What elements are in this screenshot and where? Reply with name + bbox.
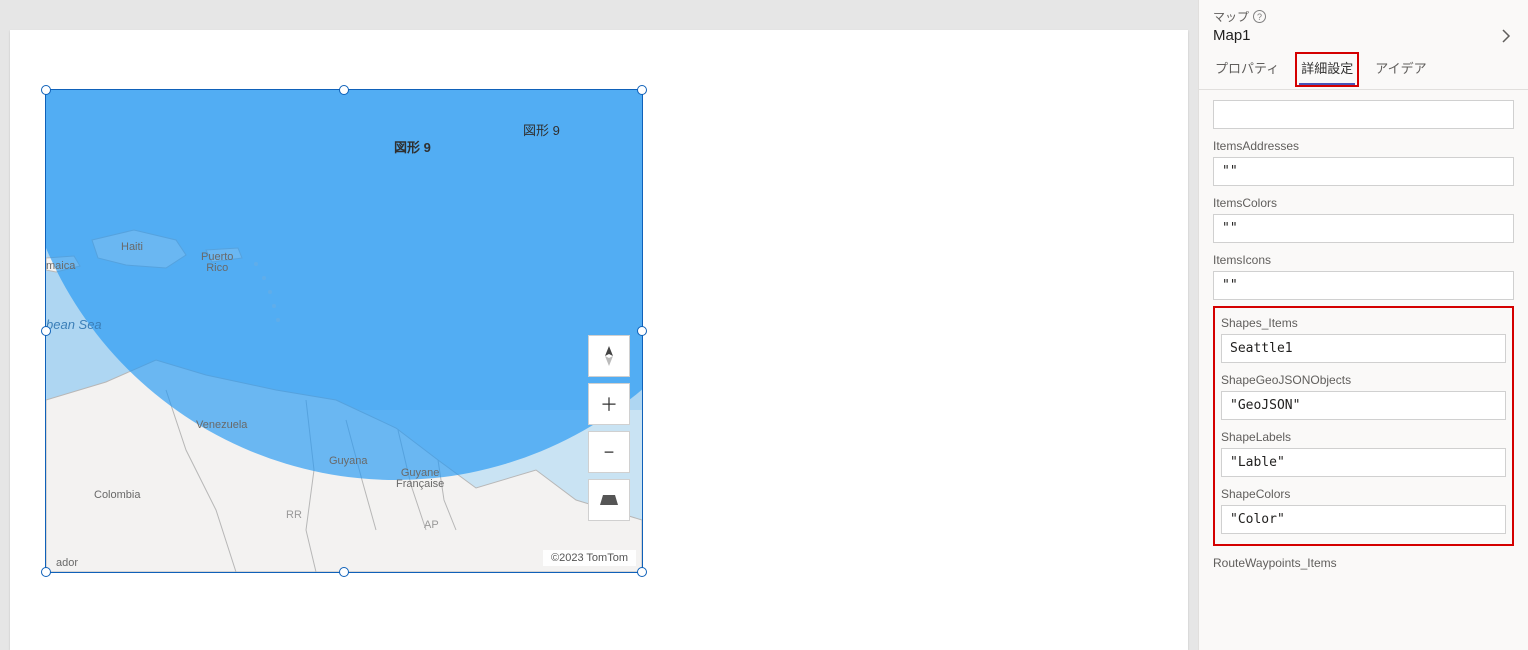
place-jamaica: maica (46, 261, 75, 272)
compass-icon (602, 346, 616, 366)
tab-properties[interactable]: プロパティ (1213, 54, 1281, 89)
place-haiti: Haiti (121, 242, 143, 253)
map-control-selection[interactable]: 図形 9 図形 9 Haiti Puerto Rico maica bean S… (46, 90, 642, 572)
panel-header: マップ ? Map1 (1199, 0, 1528, 44)
canvas[interactable]: 図形 9 図形 9 Haiti Puerto Rico maica bean S… (10, 30, 1188, 650)
place-caribbean-sea: bean Sea (46, 318, 102, 331)
place-ecuador: ador (56, 558, 78, 569)
resize-handle-br[interactable] (637, 567, 647, 577)
place-guyane: Guyane Française (396, 468, 444, 490)
prop-input-shapegeojson[interactable] (1221, 391, 1506, 420)
prop-label-itemsaddresses: ItemsAddresses (1213, 139, 1514, 153)
shape-label-b: 図形 9 (523, 120, 560, 139)
panel-body[interactable]: ItemsAddresses ItemsColors ItemsIcons Sh… (1199, 90, 1528, 650)
annotation-highlight-tab: 詳細設定 (1295, 52, 1359, 87)
zoom-out-button[interactable]: − (588, 431, 630, 473)
prop-input-itemsaddresses[interactable] (1213, 157, 1514, 186)
place-ap: AP (424, 520, 439, 531)
prop-label-itemscolors: ItemsColors (1213, 196, 1514, 210)
prop-label-routewaypoints: RouteWaypoints_Items (1213, 556, 1514, 570)
prop-label-itemsicons: ItemsIcons (1213, 253, 1514, 267)
prop-input-itemsicons[interactable] (1213, 271, 1514, 300)
prop-label-shapelabels: ShapeLabels (1221, 430, 1506, 444)
resize-handle-tl[interactable] (41, 85, 51, 95)
resize-handle-tr[interactable] (637, 85, 647, 95)
help-icon[interactable]: ? (1253, 10, 1266, 23)
place-venezuela: Venezuela (196, 420, 247, 431)
prop-label-shapecolors: ShapeColors (1221, 487, 1506, 501)
place-guyana: Guyana (329, 456, 368, 467)
map-controls: ＋ − (588, 335, 630, 521)
prop-input-shapelabels[interactable] (1221, 448, 1506, 477)
resize-handle-ml[interactable] (41, 326, 51, 336)
control-type-label: マップ ? (1213, 8, 1514, 25)
place-rr: RR (286, 510, 302, 521)
control-name[interactable]: Map1 (1213, 27, 1514, 44)
place-colombia: Colombia (94, 490, 140, 501)
panel-tabs: プロパティ 詳細設定 アイデア (1199, 44, 1528, 90)
prop-label-shapegeojson: ShapeGeoJSONObjects (1221, 373, 1506, 387)
canvas-area: 図形 9 図形 9 Haiti Puerto Rico maica bean S… (0, 0, 1198, 650)
pitch-button[interactable] (588, 479, 630, 521)
properties-panel: マップ ? Map1 プロパティ 詳細設定 アイデア ItemsAddresse… (1198, 0, 1528, 650)
resize-handle-bc[interactable] (339, 567, 349, 577)
pitch-icon (600, 495, 618, 505)
collapse-panel-button[interactable] (1498, 28, 1514, 49)
resize-handle-mr[interactable] (637, 326, 647, 336)
prop-input-itemscolors[interactable] (1213, 214, 1514, 243)
shape-label-a: 図形 9 (394, 137, 431, 156)
prop-input-shapecolors[interactable] (1221, 505, 1506, 534)
plus-icon: ＋ (600, 391, 618, 417)
prop-input-prev[interactable] (1213, 100, 1514, 129)
map-attribution: ©2023 TomTom (543, 550, 636, 566)
tab-advanced[interactable]: 詳細設定 (1299, 54, 1355, 85)
annotation-highlight-props: Shapes_Items ShapeGeoJSONObjects ShapeLa… (1213, 306, 1514, 546)
minus-icon: − (604, 442, 615, 463)
compass-button[interactable] (588, 335, 630, 377)
tab-ideas[interactable]: アイデア (1373, 54, 1428, 89)
chevron-right-icon (1498, 28, 1514, 44)
zoom-in-button[interactable]: ＋ (588, 383, 630, 425)
resize-handle-tc[interactable] (339, 85, 349, 95)
map-control[interactable]: 図形 9 図形 9 Haiti Puerto Rico maica bean S… (46, 90, 642, 572)
resize-handle-bl[interactable] (41, 567, 51, 577)
place-puerto-rico: Puerto Rico (201, 252, 233, 274)
prop-input-shapesitems[interactable] (1221, 334, 1506, 363)
prop-label-shapesitems: Shapes_Items (1221, 316, 1506, 330)
